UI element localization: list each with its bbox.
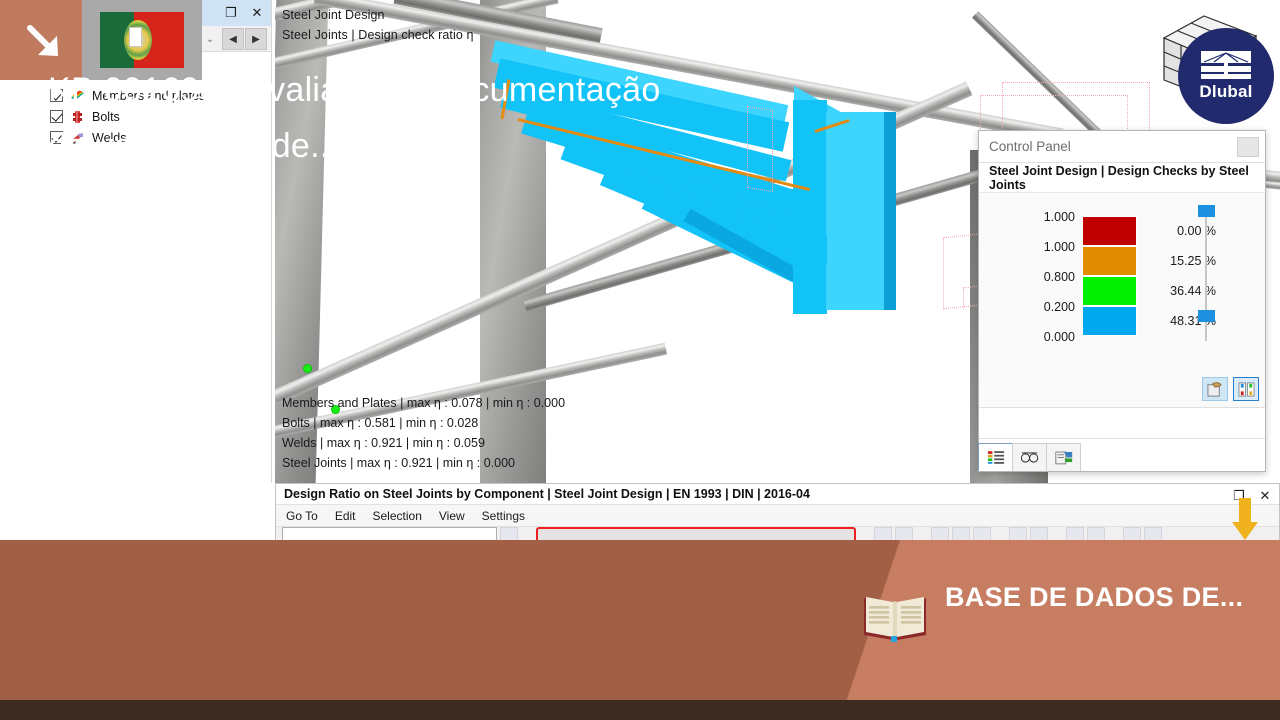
banner-footer-bar — [0, 700, 1280, 720]
pin-button[interactable] — [1237, 137, 1259, 157]
menu-item-view[interactable]: View — [439, 509, 465, 523]
control-panel: Control Panel Steel Joint Design | Desig… — [978, 130, 1266, 472]
legend-swatch-red[interactable] — [1082, 216, 1137, 246]
toolbar-icon[interactable] — [895, 527, 913, 540]
stat-steel-joints: Steel Joints | max η : 0.921 | min η : 0… — [282, 453, 565, 473]
table-window-title: Design Ratio on Steel Joints by Componen… — [276, 484, 1279, 505]
slider-thumb-lower[interactable] — [1198, 310, 1215, 322]
column-web — [793, 236, 827, 314]
dlubal-wordmark: Dlubal — [1199, 82, 1252, 102]
legend-tick: 1.000 — [997, 232, 1075, 262]
chevron-down-icon[interactable]: ⌄ — [199, 28, 221, 50]
color-legend: 1.000 1.000 0.800 0.200 0.000 0.00 % 15.… — [979, 211, 1265, 351]
open-book-icon — [862, 592, 928, 644]
column-face-plate — [826, 112, 888, 264]
restore-button[interactable]: ❐ — [219, 2, 243, 24]
next-button[interactable]: ▶ — [245, 28, 267, 50]
legend-swatch-orange[interactable] — [1082, 246, 1137, 276]
design-situation-combo[interactable] — [536, 527, 856, 540]
toolbar-icon[interactable] — [1123, 527, 1141, 540]
legend-tick: 0.200 — [997, 292, 1075, 322]
stat-welds: Welds | max η : 0.921 | min η : 0.059 — [282, 433, 565, 453]
legend-tick: 0.800 — [997, 262, 1075, 292]
arrow-down-right-icon — [24, 22, 64, 62]
column-flange — [826, 264, 888, 310]
download-arrow-icon — [1232, 498, 1258, 540]
toolbar-icon[interactable] — [1030, 527, 1048, 540]
control-panel-title: Control Panel — [979, 131, 1265, 163]
toolbar-icon[interactable] — [1144, 527, 1162, 540]
menu-item-go-to[interactable]: Go To — [286, 509, 318, 523]
color-scale-edit-icon[interactable] — [1202, 377, 1228, 401]
factors-tab[interactable] — [1012, 443, 1047, 471]
control-panel-body: 1.000 1.000 0.800 0.200 0.000 0.00 % 15.… — [979, 193, 1265, 408]
menu-item-selection[interactable]: Selection — [373, 509, 422, 523]
load-case-combo[interactable] — [282, 527, 497, 540]
support-marker — [304, 365, 311, 372]
banner-title: KB 001698 | Avaliação e documentação da … — [48, 62, 688, 174]
table-menu-bar: Go To Edit Selection View Settings — [276, 505, 1279, 527]
stat-members-plates: Members and Plates | max η : 0.078 | min… — [282, 393, 565, 413]
legend-color-swatches — [1082, 216, 1137, 336]
legend-tab[interactable] — [978, 443, 1013, 471]
toolbar-icon[interactable] — [931, 527, 949, 540]
end-plate — [793, 100, 827, 242]
stat-bolts: Bolts | max η : 0.581 | min η : 0.028 — [282, 413, 565, 433]
legend-tick: 0.000 — [997, 322, 1075, 352]
color-scale-options-icon[interactable] — [1233, 377, 1259, 401]
column-face-edge — [884, 112, 896, 264]
close-button[interactable]: ✕ — [245, 2, 269, 24]
control-panel-tabs — [979, 438, 1265, 471]
dlubal-logo[interactable]: Dlubal — [1178, 28, 1274, 124]
banner-subtitle: BASE DE DADOS DE... — [945, 574, 1245, 621]
column-flange-edge — [884, 264, 896, 310]
panel-nav-buttons: ⌄ ◀ ▶ — [199, 28, 267, 50]
viewport-title-line2: Steel Joints | Design check ratio η — [282, 25, 474, 45]
table-toolbar — [276, 527, 1279, 540]
flag-image — [100, 12, 184, 68]
viewport-title-line1: Steel Joint Design — [282, 5, 385, 25]
joint-bounding-box — [747, 106, 773, 192]
flag-shield — [129, 27, 142, 47]
legend-swatch-blue[interactable] — [1082, 306, 1137, 336]
legend-tick: 1.000 — [997, 202, 1075, 232]
results-table-window: Design Ratio on Steel Joints by Componen… — [275, 483, 1280, 540]
toolbar-icon[interactable] — [500, 527, 518, 540]
menu-item-edit[interactable]: Edit — [335, 509, 356, 523]
toolbar-icon[interactable] — [1066, 527, 1084, 540]
toolbar-icon[interactable] — [973, 527, 991, 540]
panel-window-buttons: ❐ ✕ — [219, 2, 269, 24]
legend-range-slider[interactable] — [1201, 205, 1211, 347]
toolbar-icon[interactable] — [1087, 527, 1105, 540]
dlubal-frame-icon — [1200, 50, 1252, 80]
control-panel-tool-buttons — [1202, 377, 1259, 401]
control-panel-subtitle: Steel Joint Design | Design Checks by St… — [979, 163, 1265, 193]
viewport-statistics: Members and Plates | max η : 0.078 | min… — [282, 393, 565, 473]
promo-banner — [0, 540, 1280, 720]
legend-tick-labels: 1.000 1.000 0.800 0.200 0.000 — [997, 202, 1075, 352]
toolbar-icon[interactable] — [1009, 527, 1027, 540]
display-properties-tab[interactable] — [1046, 443, 1081, 471]
previous-button[interactable]: ◀ — [222, 28, 244, 50]
toolbar-icon[interactable] — [874, 527, 892, 540]
slider-thumb-upper[interactable] — [1198, 205, 1215, 217]
toolbar-icon[interactable] — [952, 527, 970, 540]
legend-swatch-green[interactable] — [1082, 276, 1137, 306]
menu-item-settings[interactable]: Settings — [482, 509, 525, 523]
